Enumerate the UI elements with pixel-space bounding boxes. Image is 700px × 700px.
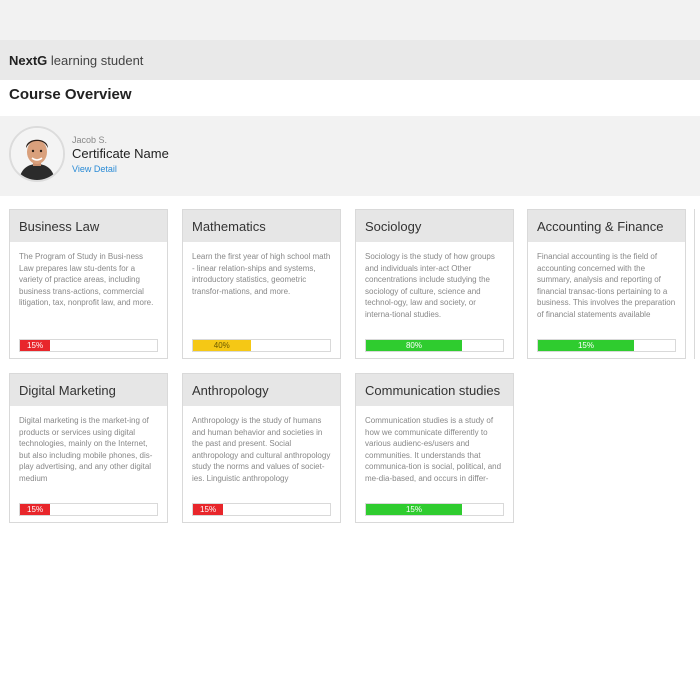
course-card[interactable]: Accounting & Finance Financial accounting… xyxy=(527,209,686,359)
progress-bar: 15% xyxy=(537,339,676,352)
progress-fill: 80% xyxy=(366,340,462,351)
course-description: Learn the first year of high school math… xyxy=(192,252,331,296)
course-card[interactable]: Communication studies Communication studi… xyxy=(355,373,514,523)
course-description: Sociology is the study of how groups and… xyxy=(365,252,495,319)
brand-bold: NextG xyxy=(9,52,48,68)
progress-bar: 15% xyxy=(19,339,158,352)
app-header: NextG learning student xyxy=(0,40,700,80)
profile-name: Jacob S. xyxy=(72,135,108,145)
course-title: Anthropology xyxy=(183,374,340,406)
course-title: Sociology xyxy=(356,210,513,242)
course-description: Anthropology is the study of humans and … xyxy=(192,416,331,483)
course-description: Communication studies is a study of how … xyxy=(365,416,502,483)
course-title: Mathematics xyxy=(183,210,340,242)
certificate-name: Certificate Name xyxy=(72,146,169,161)
course-description: Financial accounting is the field of acc… xyxy=(537,252,676,319)
avatar xyxy=(9,126,65,182)
app-brand[interactable]: NextG learning student xyxy=(9,53,143,68)
progress-bar: 80% xyxy=(365,339,504,352)
progress-bar: 15% xyxy=(192,503,331,516)
course-title: Accounting & Finance xyxy=(528,210,685,242)
progress-fill: 15% xyxy=(538,340,634,351)
progress-bar: 40% xyxy=(192,339,331,352)
course-card[interactable]: Anthropology Anthropology is the study of… xyxy=(182,373,341,523)
course-card[interactable]: Digital Marketing Digital marketing is th… xyxy=(9,373,168,523)
page-title: Course Overview xyxy=(9,86,132,103)
progress-fill: 40% xyxy=(193,340,251,351)
course-card[interactable]: Business Law The Program of Study in Busi… xyxy=(9,209,168,359)
profile-panel: Jacob S. Certificate Name View Detail xyxy=(0,116,700,196)
top-strip xyxy=(0,0,700,40)
progress-fill: 15% xyxy=(20,340,51,351)
course-description: Digital marketing is the market-ing of p… xyxy=(19,416,153,483)
course-card-partial[interactable] xyxy=(694,209,700,359)
progress-bar: 15% xyxy=(19,503,158,516)
course-card[interactable]: Mathematics Learn the first year of high … xyxy=(182,209,341,359)
view-detail-link[interactable]: View Detail xyxy=(72,164,117,174)
course-description: The Program of Study in Busi-ness Law pr… xyxy=(19,252,154,308)
progress-fill: 15% xyxy=(20,504,51,515)
brand-rest: learning student xyxy=(47,52,144,68)
progress-fill: 15% xyxy=(366,504,462,515)
avatar-image xyxy=(11,128,63,180)
progress-fill: 15% xyxy=(193,504,224,515)
course-card[interactable]: Sociology Sociology is the study of how g… xyxy=(355,209,514,359)
course-title: Business Law xyxy=(10,210,167,242)
course-title: Digital Marketing xyxy=(10,374,167,406)
progress-bar: 15% xyxy=(365,503,504,516)
course-title: Communication studies xyxy=(356,374,513,406)
